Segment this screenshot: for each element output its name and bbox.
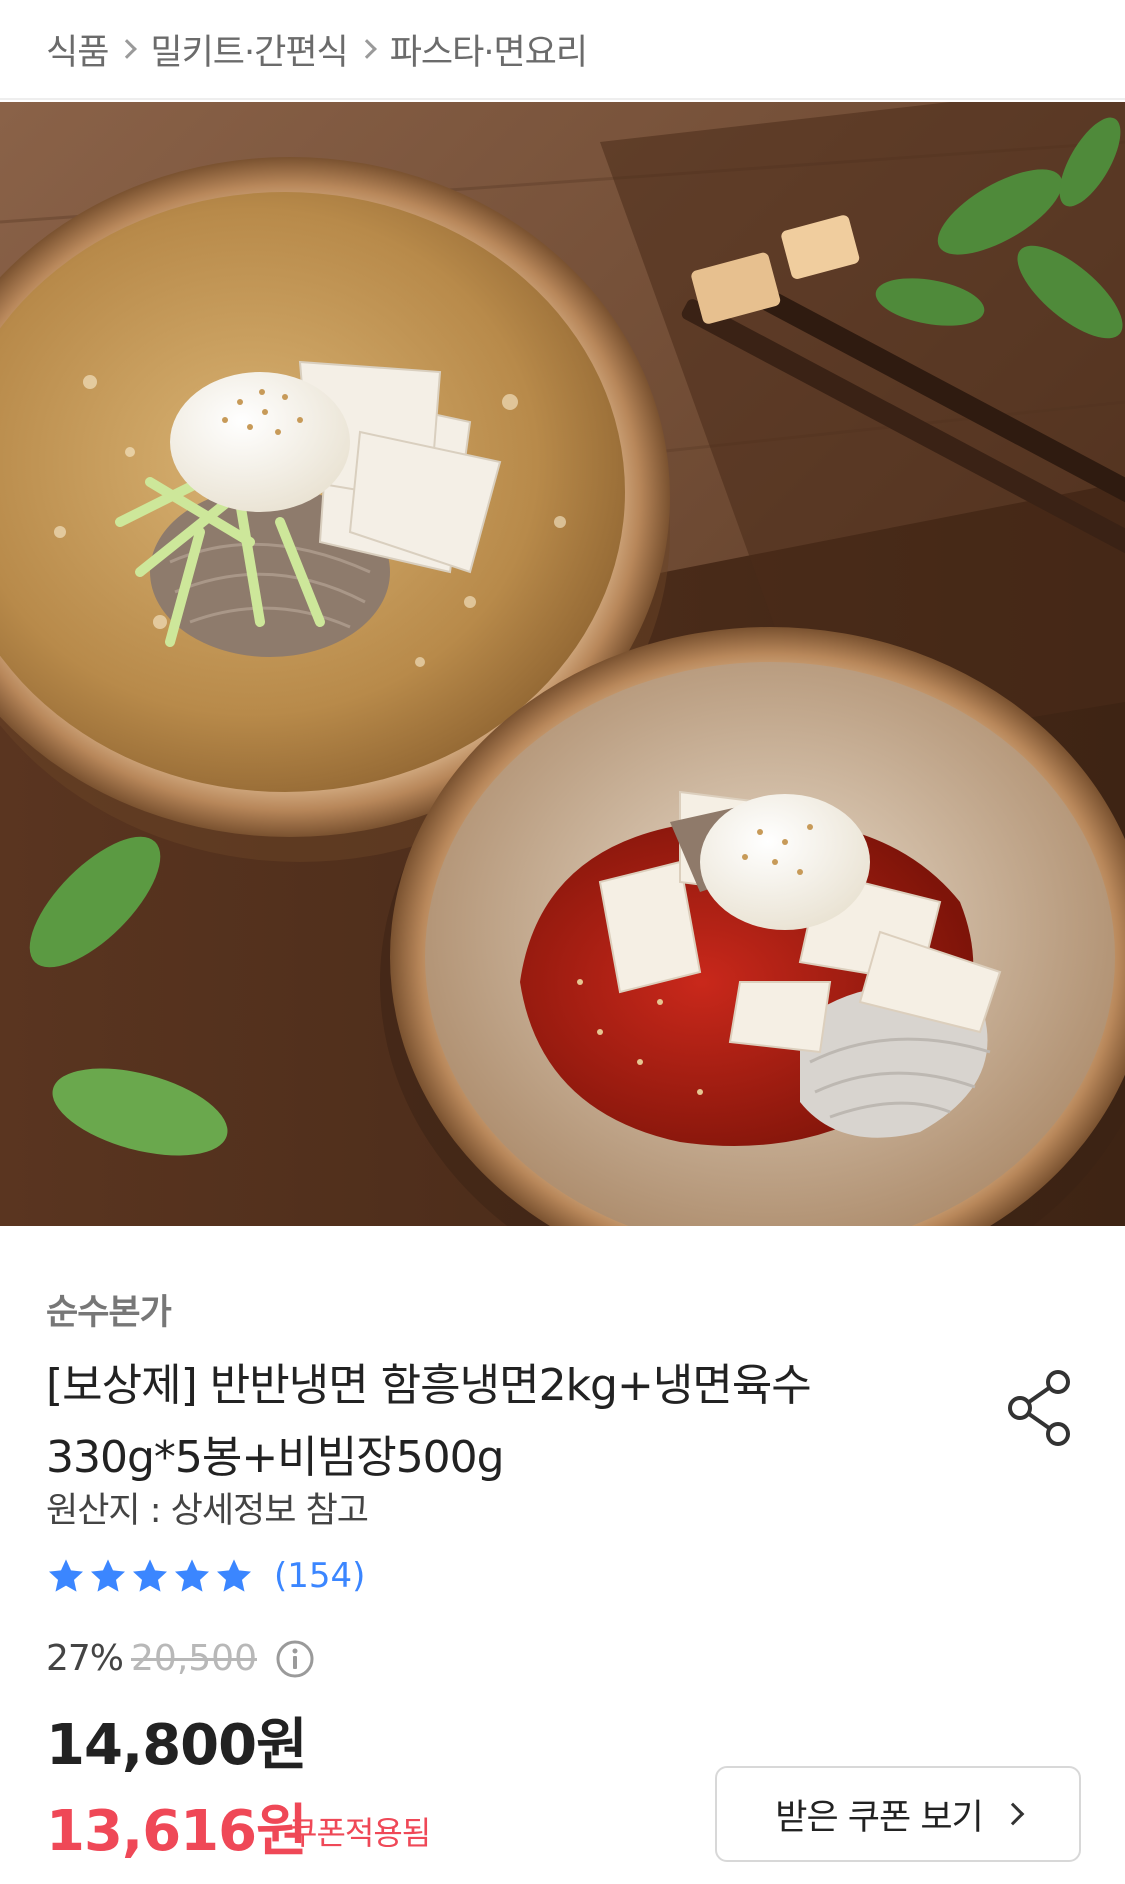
- breadcrumb-item-mealkit[interactable]: 밀키트·간편식: [150, 24, 348, 75]
- breadcrumb: 식품 밀키트·간편식 파스타·면요리: [0, 0, 1125, 100]
- info-circle-icon[interactable]: [275, 1639, 315, 1679]
- share-button[interactable]: [1006, 1368, 1076, 1448]
- brand-name[interactable]: 순수본가: [46, 1284, 172, 1335]
- product-title: [보상제] 반반냉면 함흥냉면2kg+냉면육수 330g*5봉+비빔장500g: [46, 1350, 906, 1494]
- product-photo: [0, 102, 1125, 1226]
- origin-info: 원산지 : 상세정보 참고: [46, 1491, 369, 1531]
- review-count[interactable]: (154): [274, 1556, 365, 1596]
- rating[interactable]: (154): [46, 1556, 365, 1596]
- discount-rate: 27%: [46, 1638, 124, 1679]
- breadcrumb-item-pasta-noodles[interactable]: 파스타·면요리: [390, 24, 588, 75]
- chevron-right-icon: [356, 39, 377, 59]
- breadcrumb-item-food[interactable]: 식품: [46, 24, 109, 75]
- coupon-price: 13,616원: [46, 1799, 308, 1864]
- share-icon: [1008, 1370, 1070, 1446]
- coupon-applied-label: 쿠폰적용됨: [288, 1814, 431, 1852]
- view-coupons-label: 받은 쿠폰 보기: [775, 1797, 983, 1838]
- star-icon: [175, 1559, 209, 1592]
- original-price: 20,500: [131, 1638, 257, 1679]
- chevron-right-icon: [1001, 1802, 1025, 1826]
- chevron-right-icon: [117, 39, 138, 59]
- star-icon: [49, 1559, 83, 1592]
- star-icon: [91, 1559, 125, 1592]
- sale-price: 14,800원: [46, 1713, 308, 1778]
- star-icon: [217, 1559, 251, 1592]
- view-coupons-button[interactable]: 받은 쿠폰 보기: [715, 1766, 1081, 1862]
- product-image-carousel[interactable]: [0, 102, 1125, 1226]
- product-title-line1: [보상제] 반반냉면 함흥냉면2kg+냉면육수: [46, 1360, 812, 1411]
- star-icon: [133, 1559, 167, 1592]
- discount-line: 27% 20,500: [46, 1638, 315, 1679]
